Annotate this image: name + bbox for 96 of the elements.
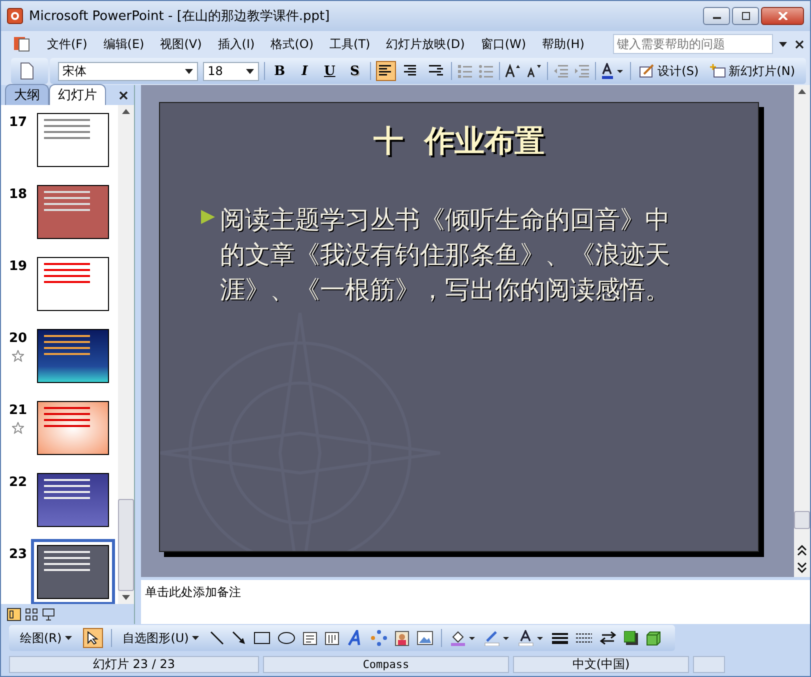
- close-button[interactable]: [761, 7, 804, 25]
- menu-item[interactable]: 插入(I): [210, 34, 263, 54]
- fill-color-icon[interactable]: [450, 630, 476, 646]
- scrollbar[interactable]: [118, 105, 134, 604]
- caret-icon: [192, 636, 199, 640]
- maximize-icon: [740, 12, 750, 20]
- align-center-icon: [404, 65, 418, 77]
- status-field: Compass: [263, 656, 509, 672]
- arrow-style-icon[interactable]: [600, 631, 616, 645]
- text-style-button[interactable]: B: [270, 61, 290, 81]
- scrollbar[interactable]: [794, 85, 810, 577]
- line-style-icon[interactable]: [552, 632, 568, 644]
- clip-art-icon[interactable]: [394, 630, 409, 646]
- scroll-up-icon[interactable]: [122, 109, 130, 114]
- text-style-button[interactable]: I: [294, 61, 315, 81]
- grow-font-icon[interactable]: [504, 64, 521, 78]
- menu-item[interactable]: 视图(V): [152, 34, 210, 54]
- window-title: Microsoft PowerPoint - [在山的那边教学课件.ppt]: [29, 8, 330, 25]
- text-style-button[interactable]: S: [344, 61, 365, 81]
- text-box-icon[interactable]: [302, 632, 317, 644]
- rectangle-icon[interactable]: [254, 632, 270, 644]
- document-icon[interactable]: [13, 35, 31, 53]
- design-button[interactable]: 设计(S): [636, 61, 702, 81]
- notes-prompt: 单击此处添加备注: [145, 585, 241, 599]
- picture-icon[interactable]: [416, 631, 433, 645]
- minimize-button[interactable]: [703, 7, 730, 25]
- oval-icon[interactable]: [278, 632, 295, 644]
- align-left-icon: [378, 65, 393, 77]
- shrink-font-icon[interactable]: [526, 64, 542, 78]
- slide-number: 21: [8, 403, 28, 418]
- close-icon[interactable]: [119, 91, 128, 100]
- font-size-dropdown[interactable]: 18: [202, 62, 259, 80]
- normal-view-icon[interactable]: [7, 608, 21, 620]
- scroll-thumb[interactable]: [794, 511, 810, 529]
- diagram-icon[interactable]: [370, 630, 387, 646]
- pane-tab[interactable]: 大纲: [5, 84, 49, 105]
- menu-item[interactable]: 帮助(H): [534, 34, 592, 54]
- font-color-icon[interactable]: [518, 630, 544, 646]
- select-pointer-button[interactable]: [82, 628, 103, 648]
- font-color-icon[interactable]: [600, 63, 625, 79]
- slide-number: 23: [8, 547, 28, 562]
- font-dropdown[interactable]: 宋体: [58, 62, 198, 80]
- maximize-button[interactable]: [732, 7, 759, 25]
- slide-number: 18: [8, 187, 28, 202]
- align-right-icon: [428, 65, 443, 77]
- line-color-icon[interactable]: [484, 630, 510, 646]
- status-field: 幻灯片 23 / 23: [9, 656, 259, 672]
- menu-item[interactable]: 编辑(E): [95, 34, 152, 54]
- close-icon[interactable]: [795, 40, 804, 48]
- menu-item[interactable]: 幻灯片放映(D): [378, 34, 473, 54]
- help-search-field[interactable]: 键入需要帮助的问题: [613, 34, 773, 54]
- menu-item[interactable]: 格式(O): [262, 34, 322, 54]
- new-slide-button[interactable]: 新幻灯片(N): [706, 61, 798, 81]
- slide-number: 17: [8, 115, 28, 130]
- slide-number: 20: [8, 331, 28, 346]
- dash-style-icon[interactable]: [576, 632, 592, 644]
- scroll-down-icon[interactable]: [122, 595, 130, 600]
- menu-item[interactable]: 窗口(W): [472, 34, 534, 54]
- caret-icon: [184, 68, 193, 74]
- status-field: 中文(中国): [513, 656, 689, 672]
- scroll-up-icon[interactable]: [798, 89, 806, 94]
- vertical-text-box-icon[interactable]: [324, 632, 339, 644]
- notes-pane[interactable]: 单击此处添加备注: [141, 577, 810, 624]
- status-panel: [693, 656, 725, 672]
- slide-number: 19: [8, 259, 28, 274]
- caret-icon[interactable]: [779, 42, 787, 46]
- pane-tab[interactable]: 幻灯片: [49, 84, 106, 105]
- line-icon[interactable]: [210, 631, 224, 645]
- wordart-icon[interactable]: [346, 630, 363, 646]
- caret-icon: [64, 636, 72, 640]
- arrow-icon[interactable]: [232, 631, 246, 645]
- bullet-text: 阅读主题学习丛书《倾听生命的回音》中的文章《我没有钓住那条鱼》、《浪迹天涯》、《一根筋》，写出你的阅读感悟。: [220, 204, 671, 306]
- slide-number: 22: [8, 475, 28, 490]
- align-button[interactable]: [376, 61, 396, 81]
- shadow-icon[interactable]: [624, 631, 638, 645]
- slide-thumbnail[interactable]: [31, 539, 115, 604]
- pointer-icon: [86, 631, 99, 645]
- slide-sorter-icon[interactable]: [25, 608, 38, 620]
- autoshapes-menu-button[interactable]: 自选图形(U): [120, 628, 202, 648]
- app-icon: [7, 8, 23, 24]
- caret-icon: [246, 68, 254, 74]
- new-slide-icon: [710, 64, 726, 78]
- 3d-box-icon[interactable]: [646, 630, 661, 646]
- design-icon: [638, 64, 655, 78]
- text-style-button[interactable]: U: [320, 61, 340, 81]
- slideshow-icon[interactable]: [42, 608, 55, 620]
- bullet-arrow-icon: [200, 208, 216, 226]
- new-file-icon[interactable]: [19, 62, 35, 80]
- draw-menu-button[interactable]: 绘图(R): [17, 628, 75, 648]
- menu-item[interactable]: 工具(T): [322, 34, 378, 54]
- next-slide-icon[interactable]: [797, 561, 807, 573]
- close-icon: [778, 12, 788, 20]
- menu-item[interactable]: 文件(F): [39, 34, 96, 54]
- scroll-thumb[interactable]: [118, 499, 134, 591]
- previous-slide-icon[interactable]: [797, 545, 807, 557]
- slide-title: 十 作业布置: [372, 123, 546, 161]
